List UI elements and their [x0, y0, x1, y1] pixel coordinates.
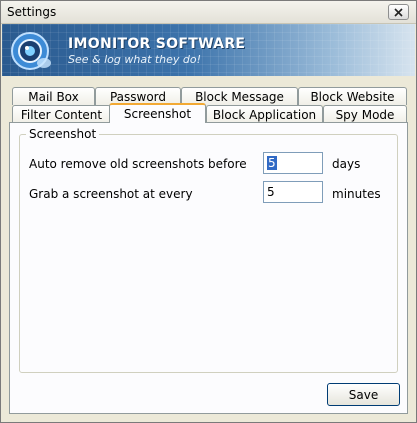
grab-interval-minutes-value: 5: [267, 185, 275, 199]
tab-label: Block Application: [212, 107, 317, 122]
close-button[interactable]: [388, 4, 409, 20]
auto-remove-days-value: 5: [267, 156, 277, 170]
tab-block-application[interactable]: Block Application: [206, 105, 323, 123]
grab-interval-label: Grab a screenshot at every: [29, 187, 193, 201]
tab-spy-mode[interactable]: Spy Mode: [323, 105, 407, 123]
minutes-unit-label: minutes: [332, 187, 381, 201]
screenshot-groupbox: Screenshot Auto remove old screenshots b…: [19, 127, 398, 373]
tab-screenshot[interactable]: Screenshot: [109, 103, 206, 123]
title-bar[interactable]: Settings: [1, 1, 416, 24]
grab-interval-minutes-input[interactable]: 5: [263, 181, 323, 203]
brand-name: IMONITOR SOFTWARE: [68, 36, 246, 52]
tab-label: Block Message: [195, 89, 284, 104]
webcam-logo-icon: [11, 32, 51, 70]
tab-label: Block Website: [310, 89, 395, 104]
brand-slogan: See & log what they do!: [68, 53, 202, 66]
header-banner: IMONITOR SOFTWARE See & log what they do…: [2, 24, 415, 76]
tab-block-website[interactable]: Block Website: [298, 87, 407, 105]
window-title: Settings: [7, 5, 57, 19]
settings-window: Settings IMONITOR SOFTWARE See & log wha…: [0, 0, 417, 423]
tab-label: Mail Box: [28, 89, 79, 104]
tab-label: Screenshot: [123, 107, 192, 121]
auto-remove-label: Auto remove old screenshots before: [29, 157, 247, 171]
tab-panel-screenshot: Screenshot Auto remove old screenshots b…: [9, 122, 408, 414]
close-icon: [394, 7, 403, 17]
days-unit-label: days: [332, 157, 361, 171]
groupbox-title: Screenshot: [26, 127, 100, 141]
tab-label: Spy Mode: [335, 107, 395, 122]
save-button[interactable]: Save: [327, 383, 400, 406]
tab-filter-content[interactable]: Filter Content: [12, 105, 111, 123]
tab-label: Password: [109, 89, 167, 104]
tab-label: Filter Content: [20, 107, 103, 122]
auto-remove-days-input[interactable]: 5: [263, 152, 323, 174]
tab-mail-box[interactable]: Mail Box: [12, 87, 95, 105]
